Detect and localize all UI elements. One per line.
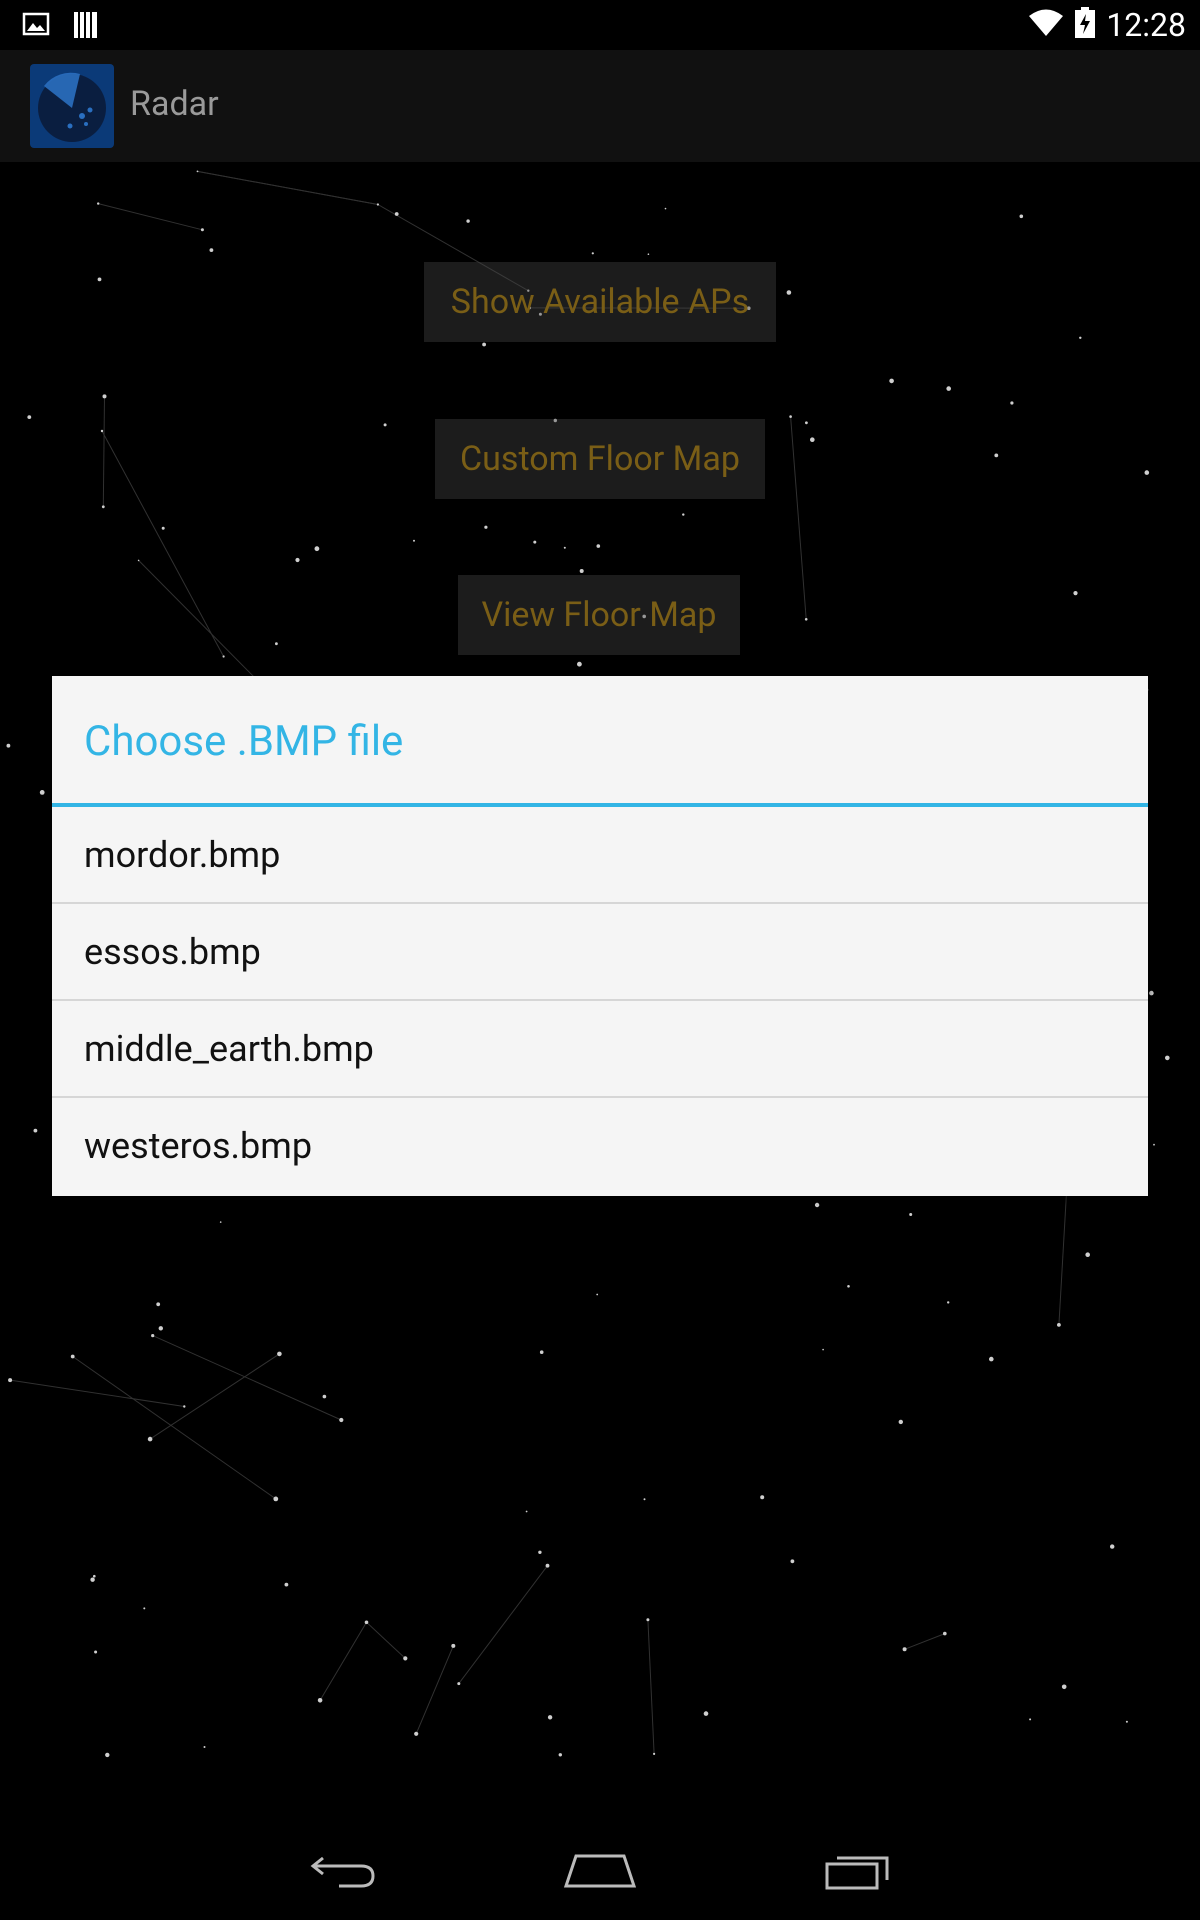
home-icon xyxy=(562,1850,638,1894)
status-bar: 12:28 xyxy=(0,0,1200,50)
file-list: mordor.bmp essos.bmp middle_earth.bmp we… xyxy=(52,807,1148,1195)
choose-file-dialog: Choose .BMP file mordor.bmp essos.bmp mi… xyxy=(52,676,1148,1196)
dialog-title: Choose .BMP file xyxy=(84,717,404,766)
clock: 12:28 xyxy=(1106,6,1186,44)
action-bar: Radar xyxy=(0,50,1200,162)
file-item-westeros[interactable]: westeros.bmp xyxy=(52,1098,1148,1195)
battery-charging-icon xyxy=(1074,7,1096,43)
recents-button[interactable] xyxy=(788,1824,928,1920)
file-item-mordor[interactable]: mordor.bmp xyxy=(52,807,1148,904)
radar-icon[interactable] xyxy=(30,64,114,148)
back-icon xyxy=(309,1850,379,1894)
file-item-label: middle_earth.bmp xyxy=(84,1028,374,1070)
custom-floor-map-button[interactable]: Custom Floor Map xyxy=(435,419,765,499)
image-icon xyxy=(22,10,50,44)
barcode-icon xyxy=(72,10,100,44)
file-item-label: westeros.bmp xyxy=(84,1125,313,1167)
show-available-aps-button[interactable]: Show Available APs xyxy=(424,262,776,342)
file-item-middle-earth[interactable]: middle_earth.bmp xyxy=(52,1001,1148,1098)
home-button[interactable] xyxy=(530,1824,670,1920)
file-item-label: mordor.bmp xyxy=(84,834,281,876)
back-button[interactable] xyxy=(274,1824,414,1920)
navigation-bar xyxy=(0,1824,1200,1920)
file-item-essos[interactable]: essos.bmp xyxy=(52,904,1148,1001)
file-item-label: essos.bmp xyxy=(84,931,261,973)
recents-icon xyxy=(823,1850,893,1894)
view-floor-map-button[interactable]: View Floor Map xyxy=(458,575,740,655)
app-title: Radar xyxy=(130,84,219,124)
wifi-icon xyxy=(1028,8,1064,42)
